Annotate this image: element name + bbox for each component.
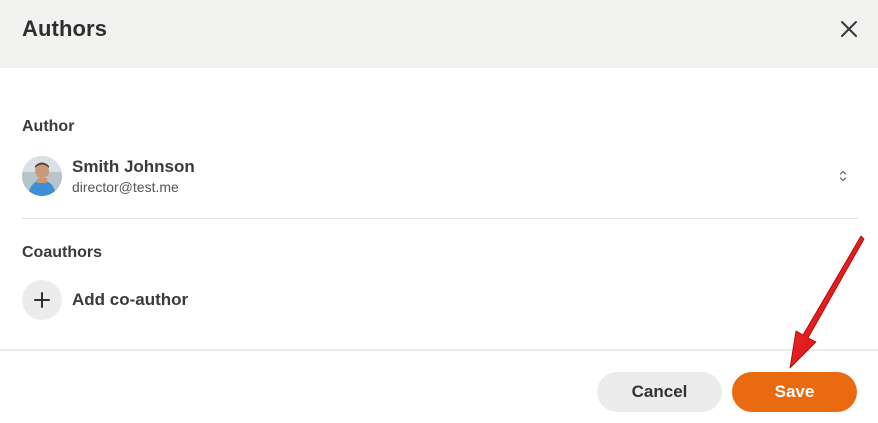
authors-dialog: Authors Author Smith Johnson director@te… bbox=[0, 0, 878, 423]
save-button[interactable]: Save bbox=[732, 372, 857, 412]
close-button[interactable] bbox=[836, 16, 862, 42]
avatar bbox=[22, 156, 62, 196]
dialog-header: Authors bbox=[0, 0, 878, 68]
cancel-button[interactable]: Cancel bbox=[597, 372, 722, 412]
add-coauthor-label: Add co-author bbox=[72, 290, 189, 309]
author-name: Smith Johnson bbox=[72, 157, 195, 176]
author-section-label: Author bbox=[22, 118, 75, 135]
plus-icon bbox=[34, 292, 50, 308]
section-divider bbox=[22, 218, 858, 219]
close-icon bbox=[841, 21, 857, 37]
footer-divider bbox=[0, 349, 878, 351]
add-coauthor-circle bbox=[22, 280, 62, 320]
add-coauthor-button[interactable]: Add co-author bbox=[22, 280, 222, 320]
author-email: director@test.me bbox=[72, 179, 179, 195]
coauthors-section-label: Coauthors bbox=[22, 244, 102, 261]
select-chevron-icon bbox=[839, 170, 847, 182]
author-select[interactable]: Smith Johnson director@test.me bbox=[22, 156, 858, 198]
dialog-title: Authors bbox=[22, 16, 108, 41]
